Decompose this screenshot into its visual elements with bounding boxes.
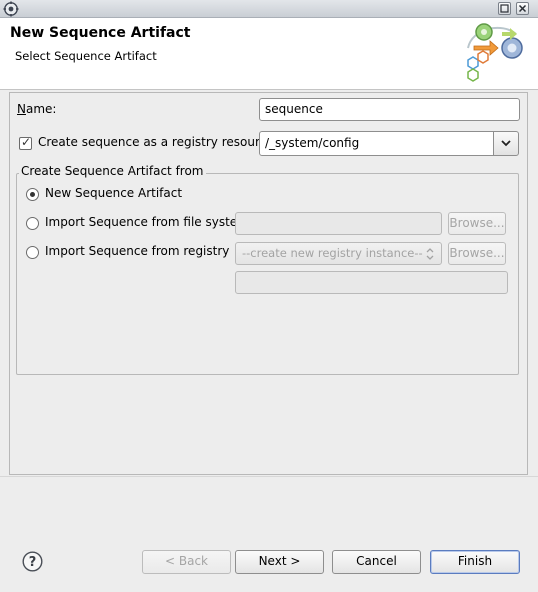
- create-from-group-title: Create Sequence Artifact from: [19, 164, 206, 178]
- next-button[interactable]: Next >: [235, 550, 324, 574]
- import-file-system-radio[interactable]: [26, 217, 39, 230]
- name-field[interactable]: sequence: [259, 98, 520, 121]
- wizard-title: New Sequence Artifact: [10, 25, 191, 41]
- import-registry-radio[interactable]: [26, 246, 39, 259]
- back-button-label: < Back: [164, 554, 208, 568]
- import-registry-label: Import Sequence from registry: [45, 244, 230, 258]
- registry-instance-selected-value: --create new registry instance--: [242, 246, 423, 260]
- registry-instance-select[interactable]: --create new registry instance--: [235, 242, 442, 265]
- footer-separator: [0, 476, 538, 477]
- name-label: Name:: [17, 102, 57, 116]
- new-sequence-radio[interactable]: [26, 188, 39, 201]
- close-icon[interactable]: [516, 2, 529, 15]
- registry-resource-checkbox[interactable]: [19, 135, 32, 150]
- maximize-icon[interactable]: [498, 2, 511, 15]
- eclipse-gear-icon[interactable]: [3, 1, 19, 17]
- window-title-bar: [0, 0, 538, 18]
- back-button[interactable]: < Back: [142, 550, 231, 574]
- select-arrows-icon: [426, 248, 434, 260]
- wizard-banner: New Sequence Artifact Select Sequence Ar…: [0, 18, 538, 90]
- registry-browse-button[interactable]: Browse...: [448, 242, 506, 265]
- svg-text:?: ?: [29, 555, 37, 570]
- finish-button[interactable]: Finish: [430, 550, 520, 574]
- sequence-wizard-icon: [467, 23, 523, 82]
- next-button-label: Next >: [258, 554, 301, 568]
- registry-resource-label: Create sequence as a registry resource: [38, 135, 274, 149]
- file-system-browse-button[interactable]: Browse...: [448, 212, 506, 235]
- help-icon[interactable]: ?: [22, 551, 43, 572]
- file-system-path-field[interactable]: [235, 212, 442, 235]
- registry-path-dropdown-button[interactable]: [493, 131, 519, 156]
- finish-button-label: Finish: [457, 554, 493, 568]
- cancel-button-label: Cancel: [356, 554, 397, 568]
- registry-path-disabled-field[interactable]: [235, 271, 508, 294]
- wizard-subtitle: Select Sequence Artifact: [15, 49, 157, 63]
- registry-path-field[interactable]: /_system/config: [259, 131, 494, 156]
- import-file-system-label: Import Sequence from file system: [45, 215, 249, 229]
- chevron-down-icon: [501, 140, 511, 147]
- cancel-button[interactable]: Cancel: [332, 550, 421, 574]
- new-sequence-label: New Sequence Artifact: [45, 186, 183, 200]
